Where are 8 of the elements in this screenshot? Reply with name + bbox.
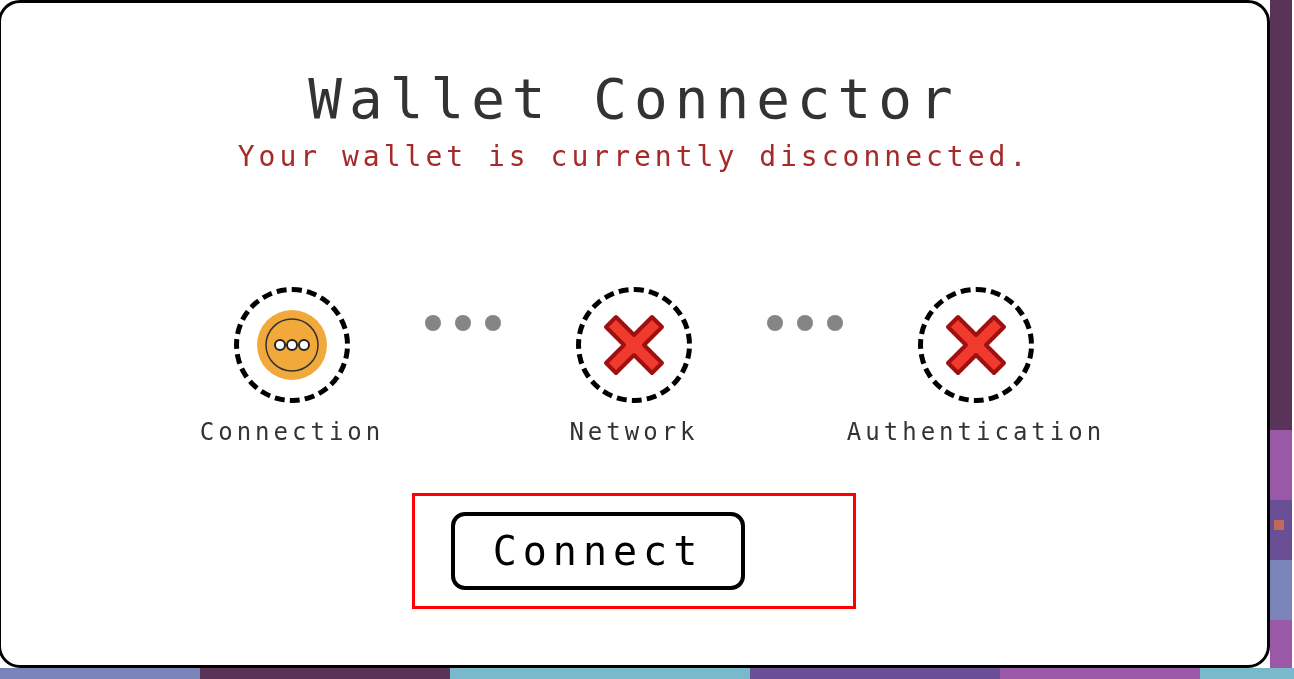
dialog-title: Wallet Connector bbox=[308, 65, 960, 133]
dots-icon bbox=[425, 315, 501, 331]
status-text: Your wallet is currently disconnected. bbox=[237, 139, 1031, 175]
connect-button[interactable]: Connect bbox=[451, 512, 745, 590]
step-label: Authentication bbox=[846, 417, 1106, 447]
step-label: Connection bbox=[199, 417, 385, 447]
dots-icon bbox=[767, 315, 843, 331]
step-label: Network bbox=[569, 417, 699, 447]
